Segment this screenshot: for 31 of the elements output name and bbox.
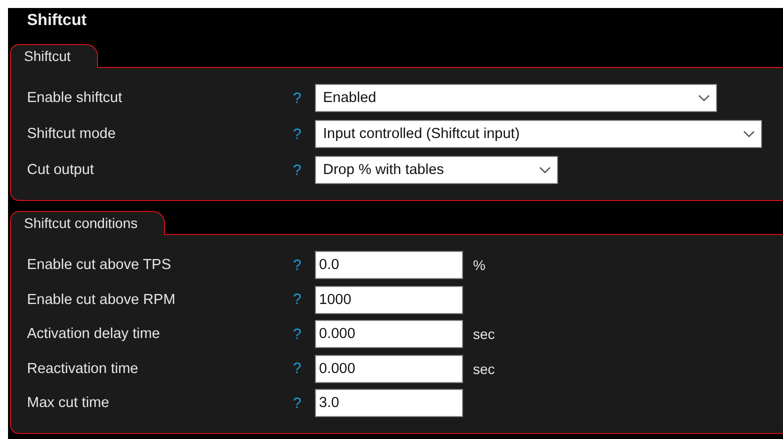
field-label: Enable shiftcut [27,90,124,106]
input-field[interactable]: 1000 [315,286,463,314]
chevron-down-icon [743,130,755,138]
help-link[interactable]: ? [293,126,315,142]
help-link[interactable]: ? [293,394,315,412]
input-field[interactable]: 0.0 [315,251,463,280]
unit-label: sec [473,360,495,377]
field-label: Activation delay time [27,326,161,342]
dropdown[interactable]: Enabled [315,84,717,112]
help-link[interactable]: ? [293,256,315,274]
help-link[interactable]: ? [293,326,315,343]
input-field[interactable]: 0.000 [315,320,463,348]
field-label: Cut output [27,162,95,178]
input-field[interactable]: 3.0 [315,389,463,418]
help-link[interactable]: ? [293,90,315,106]
help-link[interactable]: ? [293,291,315,308]
dropdown[interactable]: Drop % with tables [315,156,558,184]
unit-label: % [473,257,486,274]
field-label: Enable cut above TPS [27,257,172,274]
help-link[interactable]: ? [293,162,315,178]
dropdown[interactable]: Input controlled (Shiftcut input) [315,120,762,148]
field-label: Shiftcut mode [27,126,117,142]
chevron-down-icon [698,94,710,102]
unit-label: sec [473,326,495,342]
field-label: Reactivation time [27,360,140,377]
chevron-down-icon [539,166,551,174]
field-label: Enable cut above RPM [27,292,176,308]
help-link[interactable]: ? [293,360,315,378]
field-label: Max cut time [27,395,110,412]
input-field[interactable]: 0.000 [315,354,463,383]
window-title: Shiftcut [26,11,88,31]
